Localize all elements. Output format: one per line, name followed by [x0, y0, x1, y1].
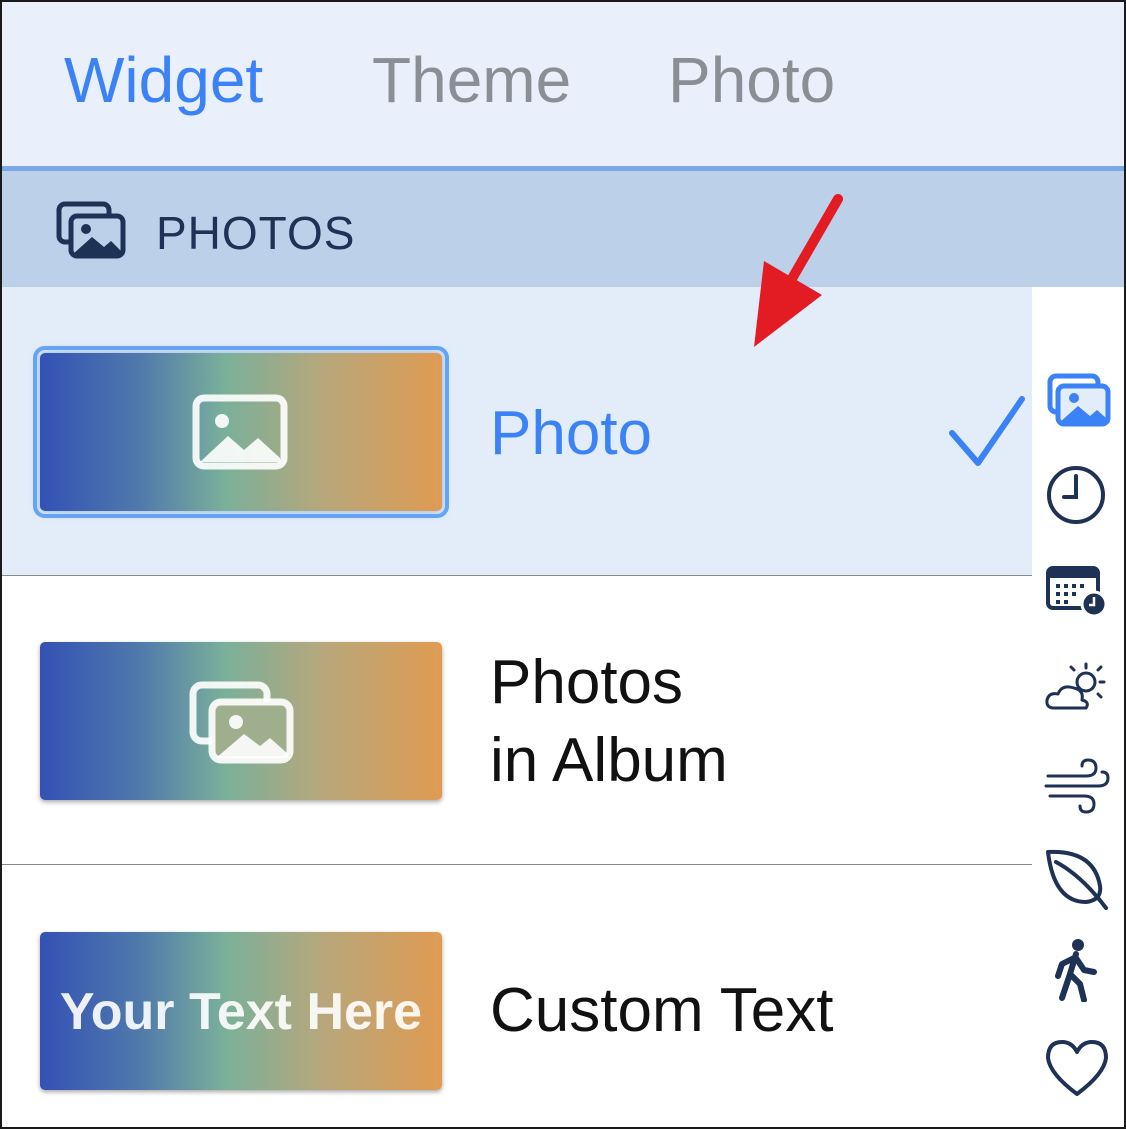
photos-stack-icon: [56, 201, 126, 259]
clock-icon[interactable]: [1042, 462, 1112, 526]
option-label-line2: in Album: [490, 726, 728, 795]
tab-theme[interactable]: Theme: [372, 42, 571, 118]
option-label: Custom Text: [490, 976, 834, 1045]
leaf-icon[interactable]: [1042, 846, 1112, 910]
tab-photo[interactable]: Photo: [668, 42, 835, 118]
section-title: PHOTOS: [156, 207, 356, 259]
option-label-line1: Photos: [490, 648, 684, 717]
photos-thumbnail: [40, 642, 442, 800]
annotation-arrow-icon: [754, 194, 843, 347]
tab-widget[interactable]: Widget: [64, 42, 263, 118]
option-label: Photos in Album: [490, 644, 728, 800]
heart-icon[interactable]: [1042, 1036, 1112, 1100]
thumbnail-text: Your Text Here: [59, 983, 423, 1041]
partly-sunny-icon[interactable]: [1042, 658, 1112, 722]
walking-icon[interactable]: [1042, 938, 1112, 1002]
widget-option-custom-text[interactable]: Your Text Here Custom Text: [2, 865, 1032, 1127]
tab-bar: Widget Theme Photo: [2, 2, 1124, 168]
widget-option-photos-in-album[interactable]: Photos in Album: [2, 575, 1032, 865]
option-label: Photo: [490, 399, 653, 468]
photos-stack-icon[interactable]: [1042, 370, 1112, 434]
app-frame: Widget Theme Photo PHOTOS Photo Photos i…: [0, 0, 1126, 1129]
calendar-clock-icon[interactable]: [1042, 560, 1112, 624]
section-header-photos: PHOTOS: [2, 171, 1124, 287]
checkmark-icon: [949, 396, 1025, 466]
image-icon: [192, 394, 288, 470]
widget-option-photo[interactable]: Photo: [2, 287, 1032, 575]
wind-icon[interactable]: [1042, 752, 1112, 816]
photos-stack-icon: [189, 681, 294, 764]
custom-text-thumbnail: Your Text Here: [40, 932, 442, 1090]
photo-thumbnail: [33, 346, 449, 518]
